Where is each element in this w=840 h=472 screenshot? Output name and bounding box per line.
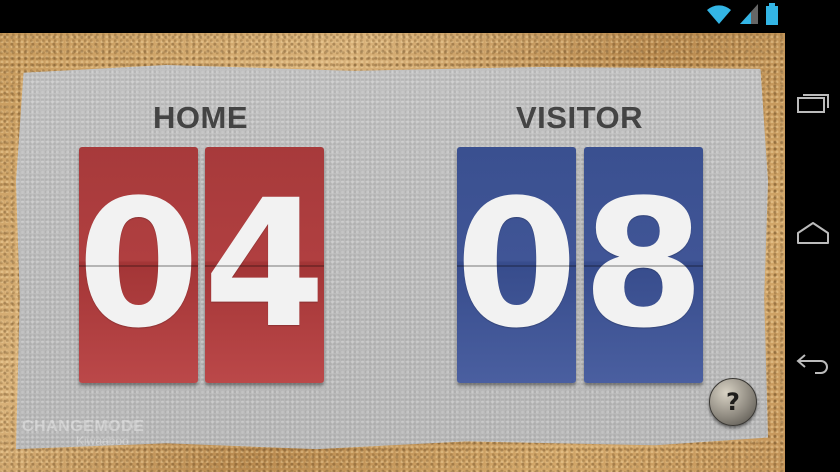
visitor-score-tens-card[interactable]: 0 [457, 147, 576, 383]
help-button[interactable]: ? [709, 378, 757, 426]
recent-apps-button[interactable] [785, 75, 840, 135]
home-score-ones-digit: 4 [205, 162, 324, 367]
back-button[interactable] [785, 335, 840, 395]
home-icon [795, 221, 831, 250]
status-bar [0, 0, 785, 33]
visitor-score-ones-digit: 8 [584, 162, 703, 367]
scoreboard-app: HOME VISITOR 0 4 0 8 CHANGEMODE Kiwaaboo… [0, 33, 785, 472]
recent-apps-icon [796, 92, 830, 119]
home-score-ones-card[interactable]: 4 [205, 147, 324, 383]
visitor-score-ones-card[interactable]: 8 [584, 147, 703, 383]
wifi-icon [705, 3, 733, 30]
battery-icon [765, 2, 779, 30]
back-icon [795, 352, 831, 379]
navigation-bar [785, 0, 840, 472]
home-score-tens-card[interactable]: 0 [79, 147, 198, 383]
home-score-tens-digit: 0 [79, 162, 198, 367]
volleyball-help-icon: ? [726, 388, 740, 416]
home-team-label: HOME [153, 100, 248, 135]
visitor-score-tens-digit: 0 [457, 162, 576, 367]
scoreboard-panel: HOME VISITOR 0 4 0 8 CHANGEMODE Kiwaaboo [16, 65, 768, 450]
status-icons [705, 2, 779, 30]
visitor-team-label: VISITOR [516, 100, 643, 135]
home-nav-button[interactable] [785, 205, 840, 265]
brand-watermark-sub: Kiwaaboo [76, 434, 129, 448]
signal-icon [739, 3, 759, 30]
device-screen: HOME VISITOR 0 4 0 8 CHANGEMODE Kiwaaboo… [0, 0, 840, 472]
